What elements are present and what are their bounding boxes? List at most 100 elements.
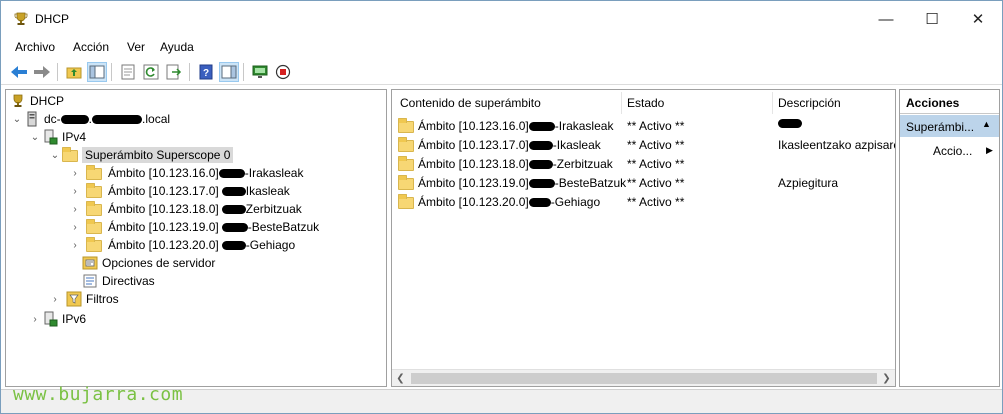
tree-node-ipv6[interactable]: › IPv6 <box>28 310 86 328</box>
toolbar-separator <box>189 63 190 81</box>
monitor-icon <box>252 65 268 78</box>
back-arrow-icon <box>11 66 27 78</box>
status-cell: ** Activo ** <box>627 176 685 190</box>
tree-node-scope[interactable]: › Ámbito [10.123.16.0] -Irakasleak <box>68 164 303 182</box>
collapse-triangle-icon[interactable]: ▲ <box>982 119 991 129</box>
table-row[interactable]: Ámbito [10.123.19.0] -BesteBatzuk ** Acti… <box>396 174 895 193</box>
more-actions-label: Accio... <box>933 144 973 158</box>
tree-node-scope[interactable]: › Ámbito [10.123.17.0] Ikasleak <box>68 182 290 200</box>
redacted-text <box>92 115 143 125</box>
scope-name: Ámbito [10.123.19.0] <box>108 220 219 234</box>
table-row[interactable]: Ámbito [10.123.16.0] -Irakasleak ** Activ… <box>396 117 895 136</box>
tree-label: Filtros <box>86 292 119 306</box>
authorize-server-button[interactable] <box>250 62 270 82</box>
tree-node-scope[interactable]: › Ámbito [10.123.18.0] Zerbitzuak <box>68 200 302 218</box>
folder-icon <box>398 156 414 171</box>
properties-sheet-button[interactable] <box>118 62 138 82</box>
watermark: www.bujarra.com <box>13 384 184 405</box>
tree-label: DHCP <box>30 94 65 108</box>
export-list-button[interactable] <box>164 62 184 82</box>
expand-chevron-icon[interactable]: › <box>68 182 82 200</box>
column-divider[interactable] <box>621 92 622 114</box>
description-cell: Ikasleentzako azpisare <box>778 138 896 152</box>
forward-button[interactable] <box>32 62 52 82</box>
redacted-text <box>528 178 555 188</box>
menu-accion[interactable]: Acción <box>73 40 109 54</box>
back-button[interactable] <box>9 62 29 82</box>
console-tree-pane: DHCP ⌄ dc-. .local ⌄ IPv4 ⌄ Superámbito S… <box>5 89 387 387</box>
redacted-text <box>221 204 246 214</box>
scope-suffix: Ikasleak <box>245 184 290 198</box>
menu-archivo[interactable]: Archivo <box>15 40 55 54</box>
redacted-text <box>528 140 553 150</box>
up-level-button[interactable] <box>64 62 84 82</box>
tree-node-server[interactable]: ⌄ dc-. .local <box>10 110 170 128</box>
table-row[interactable]: Ámbito [10.123.17.0] -Ikasleak ** Activo … <box>396 136 896 155</box>
scroll-right-icon[interactable]: ❯ <box>878 370 895 386</box>
show-action-pane-button[interactable] <box>219 62 239 82</box>
collapse-chevron-icon[interactable]: ⌄ <box>48 146 62 164</box>
minimize-button[interactable]: — <box>863 1 909 37</box>
ipv6-icon <box>44 311 58 327</box>
toolbar: ? <box>1 59 1002 85</box>
dhcp-trophy-icon <box>14 12 28 25</box>
scope-suffix: -Gehiago <box>550 195 601 209</box>
redacted-text <box>528 159 553 169</box>
svg-text:?: ? <box>203 68 209 79</box>
scrollbar-thumb[interactable] <box>411 373 877 384</box>
horizontal-scrollbar[interactable]: ❮ ❯ <box>392 369 895 386</box>
redacted-text <box>218 168 245 178</box>
help-book-icon: ? <box>199 64 213 80</box>
more-actions-item[interactable]: Accio... ▶ <box>900 140 999 162</box>
close-button[interactable]: ✕ <box>955 1 1001 37</box>
tree-node-policies[interactable]: Directivas <box>68 272 155 290</box>
expand-chevron-icon[interactable]: › <box>48 290 62 308</box>
folder-icon <box>86 165 102 180</box>
menu-ayuda[interactable]: Ayuda <box>160 40 194 54</box>
tree-node-ipv4[interactable]: ⌄ IPv4 <box>28 128 86 146</box>
collapse-chevron-icon[interactable]: ⌄ <box>10 110 24 128</box>
status-cell: ** Activo ** <box>627 195 685 209</box>
folder-icon <box>398 118 414 133</box>
server-suffix: .local <box>142 112 171 126</box>
expand-chevron-icon[interactable]: › <box>68 164 82 182</box>
stop-service-button[interactable] <box>273 62 293 82</box>
status-cell: ** Activo ** <box>627 119 685 133</box>
table-row[interactable]: Ámbito [10.123.20.0] -Gehiago ** Activo *… <box>396 193 895 212</box>
column-header-status[interactable]: Estado <box>627 96 664 110</box>
sheet-icon <box>121 64 135 80</box>
tree-node-superscope[interactable]: ⌄ Superámbito Superscope 0 <box>48 146 234 164</box>
folder-icon <box>86 183 102 198</box>
tree-node-dhcp[interactable]: DHCP <box>10 92 64 110</box>
help-button[interactable]: ? <box>196 62 216 82</box>
expand-chevron-icon[interactable]: › <box>68 236 82 254</box>
maximize-button[interactable]: ☐ <box>909 1 955 37</box>
tree-node-filters[interactable]: › Filtros <box>48 290 119 308</box>
expand-chevron-icon[interactable]: › <box>68 218 82 236</box>
tree-label: dc-. .local <box>44 112 171 126</box>
actions-section-superscope[interactable]: Superámbi... ▲ <box>900 115 999 137</box>
tree-node-scope[interactable]: › Ámbito [10.123.20.0] -Gehiago <box>68 236 295 254</box>
column-header-description[interactable]: Descripción <box>778 96 841 110</box>
column-header-contents[interactable]: Contenido de superámbito <box>400 96 541 110</box>
scope-suffix: -Gehiago <box>245 238 296 252</box>
show-tree-button[interactable] <box>87 62 107 82</box>
tree-node-server-options[interactable]: Opciones de servidor <box>68 254 215 272</box>
refresh-button[interactable] <box>141 62 161 82</box>
scope-name: Ámbito [10.123.17.0] <box>418 138 529 152</box>
server-prefix: dc- <box>44 112 61 126</box>
table-row[interactable]: Ámbito [10.123.18.0] -Zerbitzuak ** Activ… <box>396 155 895 174</box>
folder-icon <box>398 137 414 152</box>
redacted-text <box>528 121 555 131</box>
tree-label: IPv4 <box>62 130 87 144</box>
scroll-left-icon[interactable]: ❮ <box>392 370 409 386</box>
menu-ver[interactable]: Ver <box>127 40 145 54</box>
expand-chevron-icon[interactable]: › <box>68 200 82 218</box>
collapse-chevron-icon[interactable]: ⌄ <box>28 128 42 146</box>
tree-node-scope[interactable]: › Ámbito [10.123.19.0] -BesteBatzuk <box>68 218 319 236</box>
scope-name: Ámbito [10.123.16.0] <box>108 166 219 180</box>
column-divider[interactable] <box>772 92 773 114</box>
tree-label: IPv6 <box>62 312 87 326</box>
expand-chevron-icon[interactable]: › <box>28 310 42 328</box>
